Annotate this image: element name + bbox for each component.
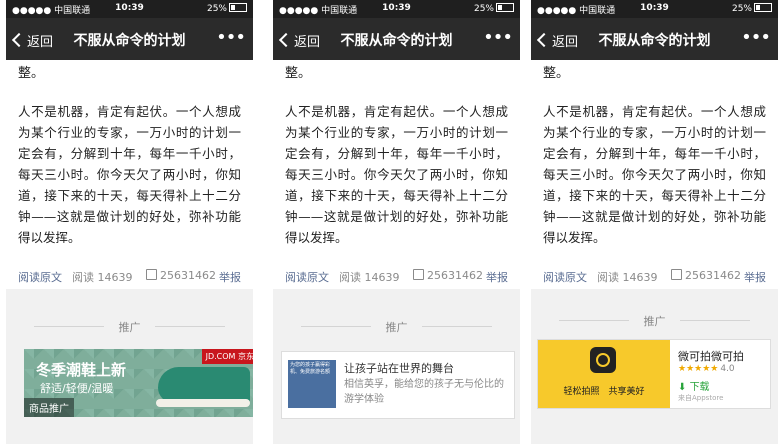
- like-button[interactable]: 25631462: [413, 269, 483, 282]
- navigation-bar: 返回 不服从命令的计划 •••: [531, 18, 778, 60]
- ad-label: 推广: [273, 319, 520, 335]
- ad-label: 推广: [531, 313, 778, 329]
- ad-section: 推广 JD.COM 京东 冬季潮鞋上新 舒适/轻便/温暖 商品推广: [6, 289, 253, 444]
- article-paragraph: 人不是机器，肯定有起伏。一个人想成为某个行业的专家，一万小时的计划一定会有，分解…: [18, 104, 241, 245]
- app-slogan: 轻松拍照 共享美好: [563, 387, 645, 397]
- article-meta: 阅读原文 阅读 14639 25631462 举报: [285, 266, 508, 286]
- app-ad-card[interactable]: 轻松拍照 共享美好 微可拍微可拍 ★★★★★ 4.0 ⬇ 下载 来自Appstor…: [537, 339, 771, 409]
- battery-icon: [496, 3, 514, 12]
- rating-value: 4.0: [720, 364, 735, 374]
- thumbs-up-icon: [671, 269, 682, 280]
- battery-indicator: 25%: [474, 3, 514, 14]
- ad-description: 相信英孚，能给您的孩子无与伦比的游学体验: [344, 379, 504, 405]
- status-bar: ●●●●● 中国联通 10:39 25%: [531, 0, 778, 18]
- article-paragraph: 人不是机器，肯定有起伏。一个人想成为某个行业的专家，一万小时的计划一定会有，分解…: [285, 104, 508, 245]
- like-button[interactable]: 25631462: [671, 269, 741, 282]
- phone-screen-3: ●●●●● 中国联通 10:39 25% 返回 不服从命令的计划 ••• 整。 …: [531, 0, 778, 444]
- more-options-button[interactable]: •••: [216, 27, 246, 48]
- ad-section: 推广 轻松拍照 共享美好 微可拍微可拍 ★★★★★ 4.0 ⬇ 下载 来自Apps…: [531, 289, 778, 444]
- article-meta: 阅读原文 阅读 14639 25631462 举报: [18, 266, 241, 286]
- battery-percent: 25%: [731, 4, 752, 14]
- read-original-link[interactable]: 阅读原文: [285, 269, 329, 285]
- app-source: 来自Appstore: [678, 394, 724, 402]
- battery-indicator: 25%: [732, 3, 772, 14]
- navigation-bar: 返回 不服从命令的计划 •••: [6, 18, 253, 60]
- like-count: 25631462: [427, 269, 483, 282]
- star-icons: ★★★★★: [678, 364, 719, 374]
- camera-icon: [590, 347, 616, 373]
- ad-title: 让孩子站在世界的舞台: [344, 362, 454, 375]
- ad-tag: 商品推广: [24, 398, 74, 417]
- ad-headline: 冬季潮鞋上新: [36, 361, 127, 379]
- ad-subtitle: 舒适/轻便/温暖: [40, 382, 114, 395]
- like-button[interactable]: 25631462: [146, 269, 216, 282]
- status-bar: ●●●●● 中国联通 10:39 25%: [6, 0, 253, 18]
- app-name: 微可拍微可拍: [678, 350, 744, 363]
- battery-indicator: 25%: [207, 3, 247, 14]
- navigation-bar: 返回 不服从命令的计划 •••: [273, 18, 520, 60]
- more-options-button[interactable]: •••: [483, 27, 513, 48]
- app-rating: ★★★★★ 4.0: [678, 364, 735, 374]
- read-original-link[interactable]: 阅读原文: [18, 269, 62, 285]
- article-paragraph: 整。: [18, 66, 45, 81]
- shoe-ad-banner[interactable]: JD.COM 京东 冬季潮鞋上新 舒适/轻便/温暖 商品推广: [24, 349, 253, 417]
- phone-screen-2: ●●●●● 中国联通 10:39 25% 返回 不服从命令的计划 ••• 整。 …: [273, 0, 520, 444]
- thumbs-up-icon: [413, 269, 424, 280]
- download-label: 下载: [689, 382, 710, 393]
- article-paragraph: 整。: [285, 66, 312, 81]
- shoe-sole: [156, 399, 250, 407]
- battery-icon: [229, 3, 247, 12]
- like-count: 25631462: [685, 269, 741, 282]
- article-paragraph: 人不是机器，肯定有起伏。一个人想成为某个行业的专家，一万小时的计划一定会有，分解…: [543, 104, 766, 245]
- ad-label: 推广: [6, 319, 253, 335]
- article-paragraph: 整。: [543, 66, 570, 81]
- more-options-button[interactable]: •••: [741, 27, 771, 48]
- battery-percent: 25%: [206, 4, 227, 14]
- report-link[interactable]: 举报: [219, 269, 241, 285]
- download-button[interactable]: ⬇ 下载: [678, 378, 710, 393]
- battery-icon: [754, 3, 772, 12]
- read-original-link[interactable]: 阅读原文: [543, 269, 587, 285]
- article-content: 整。 人不是机器，肯定有起伏。一个人想成为某个行业的专家，一万小时的计划一定会有…: [531, 63, 778, 286]
- jd-logo: JD.COM 京东: [201, 349, 253, 364]
- app-banner: 轻松拍照 共享美好: [538, 340, 670, 408]
- shoe-image: [158, 367, 250, 403]
- status-bar: ●●●●● 中国联通 10:39 25%: [273, 0, 520, 18]
- read-count: 阅读 14639: [597, 271, 658, 284]
- phone-screen-1: ●●●●● 中国联通 10:39 25% 返回 不服从命令的计划 ••• 整。 …: [6, 0, 253, 444]
- ad-thumbnail: 为您的孩子赢得彩机、免费旅游名额: [288, 360, 336, 408]
- battery-percent: 25%: [473, 4, 494, 14]
- like-count: 25631462: [160, 269, 216, 282]
- report-link[interactable]: 举报: [486, 269, 508, 285]
- read-count: 阅读 14639: [339, 271, 400, 284]
- article-content: 整。 人不是机器，肯定有起伏。一个人想成为某个行业的专家，一万小时的计划一定会有…: [6, 63, 253, 286]
- ad-section: 推广 为您的孩子赢得彩机、免费旅游名额 让孩子站在世界的舞台 相信英孚，能给您的…: [273, 289, 520, 444]
- read-count: 阅读 14639: [72, 271, 133, 284]
- thumbs-up-icon: [146, 269, 157, 280]
- article-content: 整。 人不是机器，肯定有起伏。一个人想成为某个行业的专家，一万小时的计划一定会有…: [273, 63, 520, 286]
- article-meta: 阅读原文 阅读 14639 25631462 举报: [543, 266, 766, 286]
- report-link[interactable]: 举报: [744, 269, 766, 285]
- education-ad-card[interactable]: 为您的孩子赢得彩机、免费旅游名额 让孩子站在世界的舞台 相信英孚，能给您的孩子无…: [281, 351, 515, 419]
